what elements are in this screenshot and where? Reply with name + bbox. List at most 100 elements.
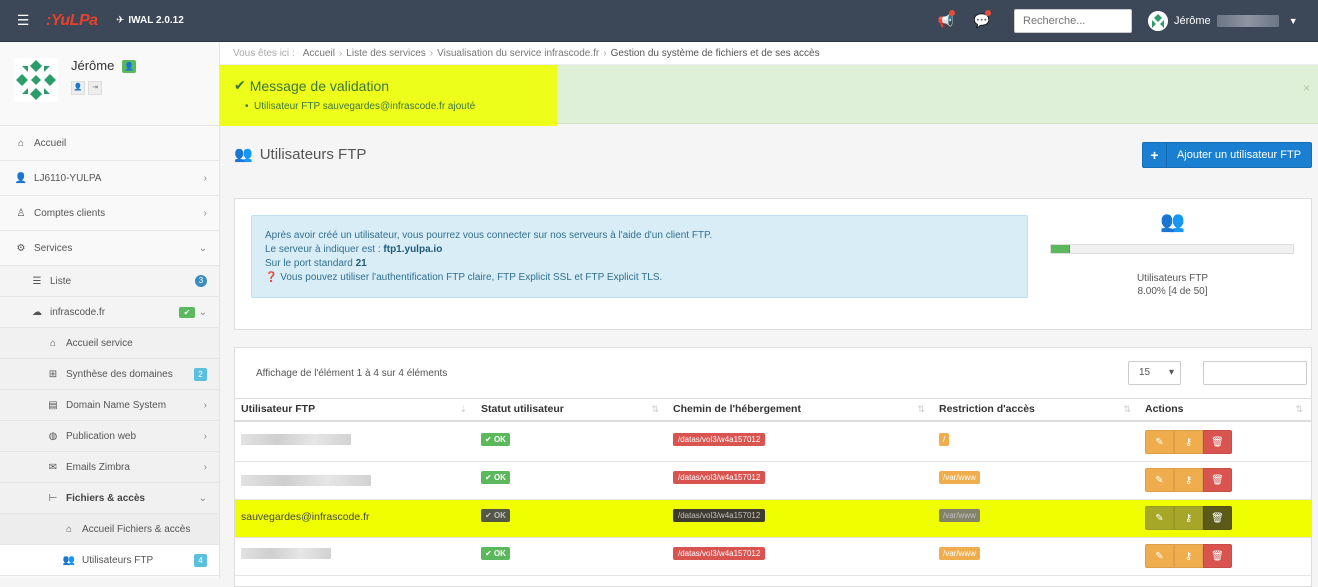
top-navbar: ☰ :YuLPa ✈ IWAL 2.0.12 📢 💬 Jérôme ▼: [0, 0, 1318, 42]
password-button[interactable]: ⚷: [1174, 468, 1203, 492]
sidebar-item-accueil-service[interactable]: ⌂ Accueil service: [0, 328, 219, 359]
delete-button[interactable]: 🗑: [1203, 430, 1232, 454]
cogs-icon: ⚙: [16, 242, 26, 254]
breadcrumb-link-accueil[interactable]: Accueil: [303, 48, 335, 59]
sidebar-item-infrascode[interactable]: ☁ infrascode.fr ✔ ⌄: [0, 297, 219, 328]
main-content: Vous êtes ici : Accueil › Liste des serv…: [220, 42, 1318, 587]
edit-button[interactable]: ✎: [1145, 506, 1174, 530]
home-icon: ⌂: [65, 523, 73, 535]
table-row-highlighted: sauvegardes@infrascode.fr ✔ OK /datas/vo…: [235, 500, 1311, 538]
count-badge: 2: [194, 367, 207, 381]
chevron-right-icon: ›: [203, 430, 207, 442]
page-title: 👥 Utilisateurs FTP: [234, 145, 367, 164]
ftp-info-box: Après avoir créé un utilisateur, vous po…: [251, 215, 1028, 298]
add-ftp-user-button[interactable]: + Ajouter un utilisateur FTP: [1142, 142, 1312, 168]
search-input[interactable]: [1014, 9, 1132, 33]
sidebar-item-emails-zimbra[interactable]: ✉ Emails Zimbra ›: [0, 452, 219, 483]
globe-icon: ◍: [48, 430, 58, 442]
table-row: ✔ OK /datas/vol3/w4a157012 /var/www ✎ ⚷ …: [235, 462, 1311, 500]
ftp-users-table-panel: Affichage de l'élément 1 à 4 sur 4 éléme…: [234, 347, 1312, 587]
usage-progress-bar: [1050, 244, 1294, 254]
sidebar-toggle-button[interactable]: ☰: [0, 0, 46, 42]
sidebar-item-synthese-domaines[interactable]: ⊞ Synthèse des domaines 2: [0, 359, 219, 390]
chevron-down-icon: ⌄: [198, 242, 207, 254]
user-avatar: [1148, 11, 1168, 31]
ftp-usage-stat: 👥 Utilisateurs FTP 8.00% [4 de 50]: [1050, 209, 1295, 298]
count-badge: 4: [194, 553, 207, 567]
pencil-icon: ✎: [1155, 474, 1164, 486]
users-icon: 👥: [234, 146, 253, 163]
column-header-restriction[interactable]: Restriction d'accès ⇅: [933, 398, 1139, 422]
check-badge-icon: ✔: [179, 306, 195, 318]
rocket-icon: ✈: [116, 15, 125, 26]
app-logo[interactable]: :YuLPa: [46, 12, 116, 30]
profile-user-icon[interactable]: 👤: [71, 81, 85, 96]
sidebar-item-utilisateurs-ftp[interactable]: 👥 Utilisateurs FTP 4: [0, 545, 219, 576]
key-icon: ⚷: [1184, 436, 1193, 448]
delete-button[interactable]: 🗑: [1203, 544, 1232, 568]
sort-icon: ⇅: [917, 403, 925, 414]
edit-button[interactable]: ✎: [1145, 544, 1174, 568]
profile-name: Jérôme 👤: [71, 58, 136, 74]
trash-icon: 🗑: [1211, 474, 1224, 486]
app-version: ✈ IWAL 2.0.12: [116, 15, 184, 26]
sidebar-item-services[interactable]: ⚙ Services ⌄: [0, 231, 219, 266]
breadcrumb-link-liste[interactable]: Liste des services: [346, 48, 425, 59]
trash-icon: 🗑: [1211, 550, 1224, 562]
restriction-badge: /var/www: [939, 471, 980, 484]
users-icon: 👥: [62, 554, 76, 566]
profile-box: Jérôme 👤 👤 ⇥: [0, 42, 219, 126]
home-icon: ⌂: [17, 137, 25, 149]
sidebar: Jérôme 👤 👤 ⇥ ⌂ Accueil 👤 LJ6110-YULPA › ♙ C…: [0, 42, 220, 578]
table-filter-input[interactable]: [1203, 361, 1307, 385]
edit-button[interactable]: ✎: [1145, 430, 1174, 454]
sidebar-item-comptes-clients[interactable]: ♙ Comptes clients ›: [0, 196, 219, 231]
password-button[interactable]: ⚷: [1174, 544, 1203, 568]
column-header-user[interactable]: Utilisateur FTP ⇣: [235, 398, 475, 422]
alert-title: ✔ Message de validation: [234, 77, 390, 94]
edit-button[interactable]: ✎: [1145, 468, 1174, 492]
delete-button[interactable]: 🗑: [1203, 468, 1232, 492]
redacted-username: [241, 434, 351, 445]
status-badge: ✔ OK: [481, 547, 510, 560]
breadcrumb-link-service[interactable]: Visualisation du service infrascode.fr: [437, 48, 599, 59]
sidebar-item-accueil-fichiers[interactable]: ⌂ Accueil Fichiers & accès: [0, 514, 219, 545]
key-icon: ⚷: [1184, 550, 1193, 562]
users-icon: 👥: [1160, 211, 1185, 233]
ftp-server: ftp1.yulpa.io: [383, 244, 443, 255]
close-icon[interactable]: ×: [1303, 81, 1310, 95]
column-header-actions[interactable]: Actions ⇅: [1139, 398, 1311, 422]
sidebar-item-publication-web[interactable]: ◍ Publication web ›: [0, 421, 219, 452]
page-length-select[interactable]: 15: [1128, 361, 1181, 385]
notification-dot: [949, 10, 955, 16]
alert-message: Utilisateur FTP sauvegardes@infrascode.f…: [245, 101, 475, 112]
count-badge: 3: [195, 275, 207, 287]
ftp-username: sauvegardes@infrascode.fr: [241, 511, 370, 523]
status-badge: ✔ OK: [481, 433, 510, 446]
sidebar-item-dns[interactable]: ▤ Domain Name System ›: [0, 390, 219, 421]
sidebar-item-fichiers-acces[interactable]: ⊢ Fichiers & accès ⌄: [0, 483, 219, 514]
message-dot: [985, 10, 991, 16]
person-icon: ♙: [16, 207, 26, 219]
sidebar-item-liste[interactable]: ☰ Liste 3: [0, 266, 219, 297]
restriction-badge: /var/www: [939, 509, 980, 522]
table-row: ✔ OK /datas/vol3/w4a157012 /var/www ✎ ⚷ …: [235, 538, 1311, 576]
logout-icon[interactable]: ⇥: [88, 81, 102, 96]
trash-icon: 🗑: [1211, 512, 1224, 524]
notifications-button[interactable]: 📢: [928, 10, 964, 29]
messages-button[interactable]: 💬: [964, 10, 1000, 29]
sidebar-item-accueil[interactable]: ⌂ Accueil: [0, 126, 219, 161]
ftp-port: 21: [355, 258, 367, 269]
user-menu[interactable]: Jérôme ▼: [1148, 11, 1318, 31]
delete-button[interactable]: 🗑: [1203, 506, 1232, 530]
sidebar-item-account[interactable]: 👤 LJ6110-YULPA ›: [0, 161, 219, 196]
path-badge: /datas/vol3/w4a157012: [673, 547, 766, 560]
password-button[interactable]: ⚷: [1174, 506, 1203, 530]
usage-progress-fill: [1051, 245, 1071, 253]
column-header-path[interactable]: Chemin de l'hébergement ⇅: [667, 398, 933, 422]
pencil-icon: ✎: [1155, 550, 1164, 562]
password-button[interactable]: ⚷: [1174, 430, 1203, 454]
key-icon: ⚷: [1184, 512, 1193, 524]
path-badge: /datas/vol3/w4a157012: [673, 509, 766, 522]
column-header-status[interactable]: Statut utilisateur ⇅: [475, 398, 667, 422]
